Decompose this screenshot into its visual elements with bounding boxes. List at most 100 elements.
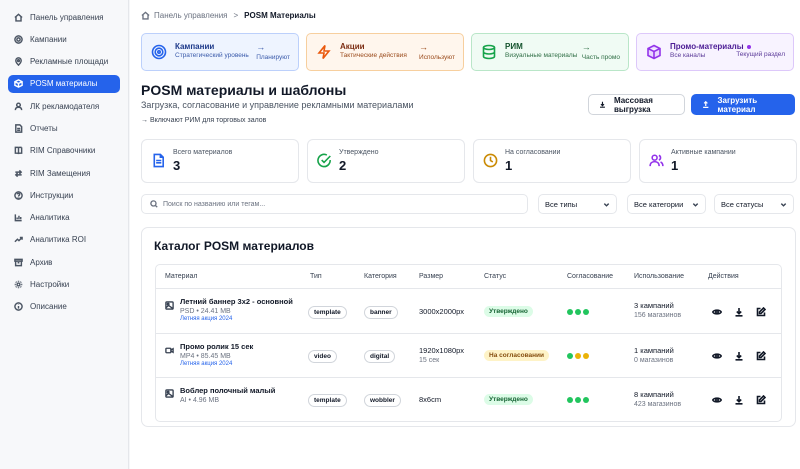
size-cell: 8x6cm: [419, 395, 441, 404]
target-icon: [14, 34, 23, 44]
breadcrumb-separator: >: [233, 11, 239, 20]
sidebar-item-6[interactable]: RIM Справочники: [8, 142, 120, 160]
table-row[interactable]: Летний баннер 3x2 - основной PSD • 24.41 …: [156, 289, 781, 334]
stats-row: Всего материалов 3 Утверждено 2 На согла…: [141, 139, 797, 183]
column-header: Размер: [419, 273, 444, 280]
approval-dot: [575, 353, 581, 359]
sidebar-item-label: POSM материалы: [30, 79, 98, 89]
eye-icon[interactable]: [712, 351, 723, 362]
material-name[interactable]: Промо ролик 15 сек: [180, 342, 253, 351]
material-campaign[interactable]: Летняя акция 2024: [180, 316, 293, 322]
stat-pending: На согласовании 1: [473, 139, 631, 183]
download-icon[interactable]: [734, 395, 745, 406]
approval-dot: [575, 396, 581, 403]
sidebar-item-13[interactable]: Описание: [8, 298, 120, 316]
sidebar-item-label: Описание: [30, 302, 67, 312]
sidebar-item-label: RIM Справочники: [30, 146, 96, 156]
row-actions: [712, 351, 767, 362]
sidebar-item-1[interactable]: Кампании: [8, 30, 120, 48]
sidebar-item-12[interactable]: Настройки: [8, 276, 120, 294]
approval-indicators: [567, 308, 589, 315]
chevron-down-icon: [780, 202, 787, 207]
download-icon[interactable]: [734, 307, 745, 318]
upload-icon: [703, 100, 709, 108]
type-filter-select[interactable]: Все типы: [538, 194, 617, 214]
usage-stores: 423 магазинов: [634, 401, 682, 408]
upload-material-button[interactable]: Загрузить материал: [691, 94, 795, 115]
table-row[interactable]: Промо ролик 15 сек MP4 • 85.45 MB Летняя а…: [156, 334, 781, 378]
edit-icon[interactable]: [756, 306, 767, 318]
type-badge: template: [308, 305, 347, 319]
category-badge: banner: [364, 305, 398, 319]
file-icon: [151, 153, 166, 168]
status-filter-select[interactable]: Все статусы: [714, 194, 794, 214]
category-filter-select[interactable]: Все категории: [627, 194, 706, 214]
quick-card-promotions[interactable]: Акции Тактические действия → Используют: [306, 33, 464, 71]
bulk-export-button[interactable]: Массовая выгрузка: [588, 94, 685, 115]
gear-icon: [14, 280, 23, 289]
sidebar-item-7[interactable]: RIM Замещения: [8, 164, 120, 182]
edit-icon[interactable]: [756, 351, 767, 362]
approval-dot: [583, 308, 589, 315]
quick-card-rim[interactable]: РИМ Визуальные материалы → Часть промо: [471, 33, 629, 71]
material-campaign[interactable]: Летняя акция 2024: [180, 361, 253, 367]
table-row[interactable]: Воблер полочный малый AI • 4.96 MB templat…: [156, 378, 781, 421]
quick-card-campaigns[interactable]: Кампании Стратегический уровень → Планиру…: [141, 33, 299, 71]
download-icon[interactable]: [734, 351, 745, 362]
zap-icon: [316, 44, 332, 60]
edit-icon[interactable]: [756, 394, 767, 406]
stat-label: Всего материалов: [173, 149, 233, 156]
sidebar-item-3[interactable]: POSM материалы: [8, 74, 120, 93]
search-input[interactable]: [163, 200, 503, 208]
sidebar-item-2[interactable]: Рекламные площади: [8, 53, 120, 71]
sidebar-item-label: Отчеты: [30, 123, 58, 133]
search-box[interactable]: [141, 194, 528, 214]
box-icon: [14, 79, 23, 89]
size-value: 8x6cm: [419, 394, 442, 404]
approval-indicators: [567, 396, 589, 403]
type-badge: video: [308, 350, 337, 363]
sidebar-item-10[interactable]: Аналитика ROI: [8, 231, 120, 249]
breadcrumb: Панель управления > POSM Материалы: [141, 11, 316, 20]
sidebar-item-label: Аналитика ROI: [30, 235, 87, 245]
sidebar-item-5[interactable]: Отчеты: [8, 119, 120, 137]
sidebar-item-0[interactable]: Панель управления: [8, 8, 120, 26]
material-name[interactable]: Летний баннер 3x2 - основной: [180, 297, 293, 306]
sidebar-item-label: Инструкции: [30, 190, 74, 200]
eye-icon[interactable]: [712, 395, 723, 406]
sidebar: Панель управления Кампании Рекламные площа…: [0, 0, 129, 469]
column-header: Тип: [310, 273, 322, 280]
rim-link[interactable]: → Включают РИМ для торговых залов: [141, 117, 266, 124]
material-meta: AI • 4.96 MB: [180, 397, 220, 404]
category-badge: wobbler: [364, 393, 401, 407]
stat-value: 3: [173, 158, 181, 173]
stat-total: Всего материалов 3: [141, 139, 299, 183]
size-value: 1920x1080px: [419, 346, 465, 355]
breadcrumb-root[interactable]: Панель управления: [154, 11, 228, 20]
approval-dot: [583, 353, 589, 359]
material-cell: Промо ролик 15 сек MP4 • 85.45 MB Летняя а…: [180, 342, 253, 367]
sidebar-item-4[interactable]: ЛК рекламодателя: [8, 97, 120, 115]
sidebar-item-9[interactable]: Аналитика: [8, 209, 120, 227]
material-cell: Воблер полочный малый AI • 4.96 MB: [180, 386, 275, 404]
usage-cell: 1 кампаний 0 магазинов: [634, 346, 674, 364]
usage-cell: 3 кампаний 156 магазинов: [634, 301, 681, 319]
materials-table: Материал Тип Категория Размер Статус Согласов…: [155, 264, 782, 422]
eye-icon[interactable]: [712, 307, 723, 318]
sidebar-item-label: Настройки: [30, 280, 70, 290]
home-icon[interactable]: [141, 11, 150, 20]
video-icon: [165, 346, 174, 357]
row-actions: [712, 394, 767, 406]
chevron-down-icon: [692, 202, 699, 207]
material-name[interactable]: Воблер полочный малый: [180, 386, 275, 395]
sidebar-item-11[interactable]: Архив: [8, 253, 120, 271]
quick-card-relation: → Планируют: [256, 42, 290, 62]
stat-approved: Утверждено 2: [307, 139, 465, 183]
report-icon: [14, 124, 23, 133]
sidebar-item-8[interactable]: Инструкции: [8, 186, 120, 204]
column-header: Использование: [634, 273, 685, 280]
arrow-right-icon: →: [419, 42, 429, 52]
quick-card-relation: → Часть промо: [581, 42, 620, 62]
status-badge: Утверждено: [484, 305, 533, 317]
quick-card-promo-materials[interactable]: Промо-материалы Все каналы Текущий разде…: [636, 33, 794, 71]
